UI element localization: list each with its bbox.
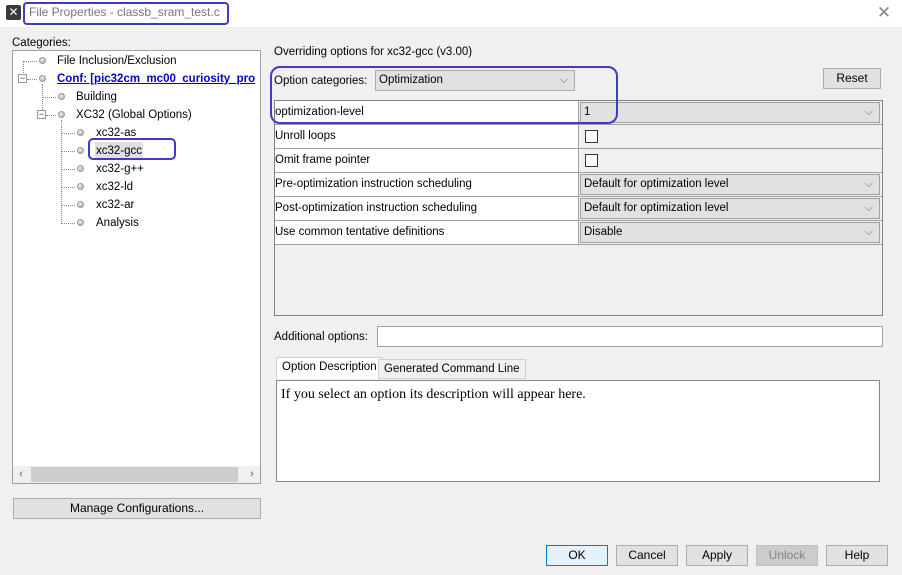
table-row: Use common tentative definitions Disable…: [275, 221, 882, 245]
close-icon: ✕: [876, 3, 892, 22]
tree-item-label: Conf: [pic32cm_mc00_curiosity_pro: [57, 73, 256, 85]
annotation-circle-gcc: [88, 138, 176, 160]
node-bullet-icon: [58, 111, 65, 118]
tree-line: [61, 205, 75, 206]
additional-options-input[interactable]: [377, 326, 883, 347]
collapse-toggle[interactable]: −: [37, 110, 46, 119]
tree-line: [61, 223, 75, 224]
tree-line: [61, 151, 75, 152]
omit-frame-pointer-checkbox[interactable]: [585, 154, 598, 167]
unroll-loops-checkbox[interactable]: [585, 130, 598, 143]
tree-item-label: xc32-g++: [96, 163, 144, 175]
title-bar: ✕ File Properties - classb_sram_test.c ✕: [0, 0, 902, 27]
apply-button[interactable]: Apply: [686, 545, 748, 566]
optimization-level-select[interactable]: 1 ⌵: [580, 102, 880, 123]
close-button[interactable]: ✕: [874, 3, 894, 23]
option-name[interactable]: Omit frame pointer: [275, 149, 579, 172]
reset-button[interactable]: Reset: [823, 68, 881, 89]
tab-option-description[interactable]: Option Description: [276, 357, 383, 379]
pre-optimization-scheduling-select[interactable]: Default for optimization level ⌵: [580, 174, 880, 195]
option-description-panel: If you select an option its description …: [276, 380, 880, 482]
node-bullet-icon: [39, 75, 46, 82]
chevron-down-icon: ⌵: [864, 202, 873, 214]
option-name[interactable]: Post-optimization instruction scheduling: [275, 197, 579, 220]
ok-button[interactable]: OK: [546, 545, 608, 566]
collapse-toggle[interactable]: −: [18, 74, 27, 83]
annotation-circle-title: [23, 2, 229, 25]
option-name[interactable]: Use common tentative definitions: [275, 221, 579, 244]
tree-line: [46, 115, 56, 116]
option-value: Default for optimization level: [584, 202, 729, 214]
scroll-right-icon[interactable]: ›: [244, 466, 260, 483]
annotation-circle-options: [270, 66, 618, 124]
tree-line: [27, 79, 37, 80]
tree-item-label: Analysis: [96, 217, 139, 229]
node-bullet-icon: [77, 219, 84, 226]
categories-label: Categories:: [12, 37, 71, 49]
tree-line: [61, 187, 75, 188]
tree-item-label: File Inclusion/Exclusion: [57, 55, 177, 67]
tab-generated-command-line[interactable]: Generated Command Line: [378, 359, 526, 379]
help-button[interactable]: Help: [826, 545, 888, 566]
node-bullet-icon: [77, 129, 84, 136]
option-name[interactable]: Pre-optimization instruction scheduling: [275, 173, 579, 196]
table-row: Post-optimization instruction scheduling…: [275, 197, 882, 221]
options-header: Overriding options for xc32-gcc (v3.00): [274, 46, 473, 58]
x-logo-icon: ✕: [6, 5, 21, 20]
table-row: Pre-optimization instruction scheduling …: [275, 173, 882, 197]
node-bullet-icon: [58, 93, 65, 100]
node-bullet-icon: [77, 183, 84, 190]
cancel-button[interactable]: Cancel: [616, 545, 678, 566]
table-row: Omit frame pointer: [275, 149, 882, 173]
description-text: If you select an option its description …: [281, 387, 586, 402]
chevron-down-icon: ⌵: [864, 178, 873, 190]
node-bullet-icon: [39, 57, 46, 64]
tree-horizontal-scrollbar[interactable]: ‹ ›: [13, 466, 260, 483]
scrollbar-thumb[interactable]: [31, 467, 238, 482]
tree-line: [23, 61, 37, 62]
options-table: optimization-level 1 ⌵ Unroll loops Omit…: [274, 100, 883, 316]
tree-line: [61, 169, 75, 170]
additional-options-label: Additional options:: [274, 331, 368, 343]
option-value: Default for optimization level: [584, 178, 729, 190]
node-bullet-icon: [77, 147, 84, 154]
option-value: Disable: [584, 226, 623, 238]
categories-tree[interactable]: − − File Inclusion/Exclusion Conf: [pic3…: [12, 50, 261, 484]
table-row: Unroll loops: [275, 125, 882, 149]
unlock-button[interactable]: Unlock: [756, 545, 818, 566]
post-optimization-scheduling-select[interactable]: Default for optimization level ⌵: [580, 198, 880, 219]
node-bullet-icon: [77, 201, 84, 208]
tree-line: [61, 120, 62, 224]
node-bullet-icon: [77, 165, 84, 172]
option-name[interactable]: Unroll loops: [275, 125, 579, 148]
manage-configurations-button[interactable]: Manage Configurations...: [13, 498, 261, 519]
chevron-down-icon: ⌵: [864, 226, 873, 238]
tree-item-label: Building: [76, 91, 117, 103]
chevron-down-icon: ⌵: [864, 106, 873, 118]
tree-line: [61, 133, 75, 134]
tree-item-label: XC32 (Global Options): [76, 109, 192, 121]
tree-item-label: xc32-ar: [96, 199, 135, 211]
common-tentative-definitions-select[interactable]: Disable ⌵: [580, 222, 880, 243]
scroll-left-icon[interactable]: ‹: [13, 466, 29, 483]
tree-item-label: xc32-ld: [96, 181, 134, 193]
tree-line: [42, 97, 56, 98]
